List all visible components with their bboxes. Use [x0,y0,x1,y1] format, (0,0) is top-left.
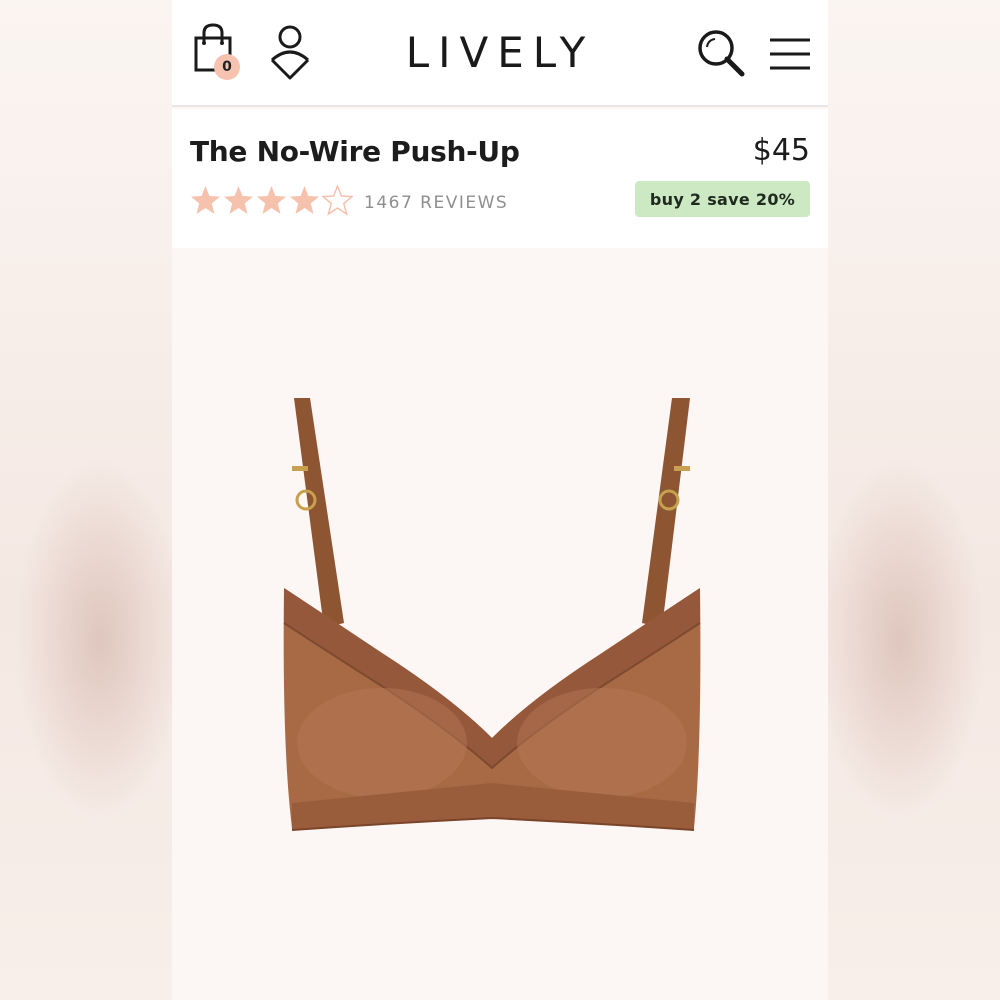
product-image[interactable] [262,398,722,858]
star-filled-icon [290,186,319,214]
hamburger-menu-icon [770,38,810,70]
cart-button[interactable]: 0 [190,22,250,84]
rating-stars[interactable] [190,185,353,217]
product-page: 0 LIVELY The No-Wire Push-Up $45 1467 RE… [172,0,828,1000]
search-button[interactable] [696,28,746,78]
promo-badge: buy 2 save 20% [635,181,810,217]
menu-button[interactable] [768,36,812,72]
star-filled-icon [224,186,253,214]
star-empty-icon [322,185,353,216]
brand-logo[interactable]: LIVELY [382,28,618,77]
cart-count-badge: 0 [214,54,240,80]
product-image-area [172,248,828,1000]
product-title: The No-Wire Push-Up [190,135,520,168]
site-header: 0 LIVELY [172,0,828,107]
star-filled-icon [191,186,220,214]
account-button[interactable] [268,24,312,82]
star-filled-icon [257,186,286,214]
product-price: $45 [752,133,810,168]
account-icon [270,25,310,80]
product-info: The No-Wire Push-Up $45 1467 REVIEWS buy… [172,109,828,248]
reviews-link[interactable]: 1467 REVIEWS [364,193,508,213]
search-icon [698,30,745,77]
